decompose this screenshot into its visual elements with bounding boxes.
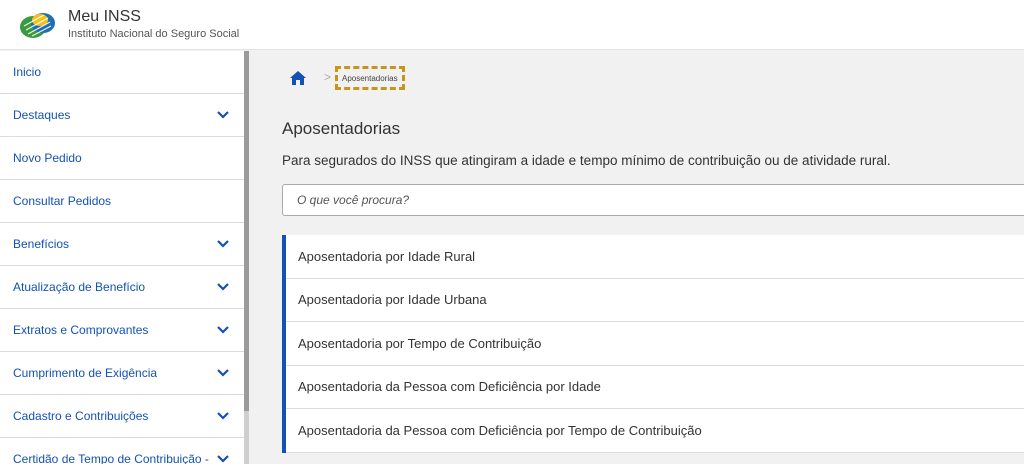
search-input[interactable] bbox=[283, 185, 1024, 215]
sidebar-item-extratos-comprovantes[interactable]: Extratos e Comprovantes bbox=[0, 309, 244, 352]
chevron-down-icon[interactable] bbox=[216, 368, 230, 378]
page-title: Aposentadorias bbox=[282, 119, 401, 138]
app-title: Meu INSS bbox=[68, 8, 141, 25]
chevron-down-icon[interactable] bbox=[216, 110, 230, 120]
sidebar-item-label: Consultar Pedidos bbox=[13, 194, 112, 208]
sidebar-item-destaques[interactable]: Destaques bbox=[0, 94, 244, 137]
search-field[interactable] bbox=[282, 184, 1024, 216]
sidebar-item-beneficios[interactable]: Benefícios bbox=[0, 223, 244, 266]
breadcrumb-current[interactable]: Aposentadorias bbox=[335, 66, 405, 90]
inss-logo-icon[interactable] bbox=[18, 8, 58, 42]
sidebar-item-label: Benefícios bbox=[13, 237, 70, 251]
chevron-down-icon[interactable] bbox=[216, 239, 230, 249]
sidebar-item-label: Novo Pedido bbox=[13, 151, 82, 165]
list-item[interactable]: Aposentadoria da Pessoa com Deficiência … bbox=[286, 409, 1024, 453]
sidebar-item-label: Extratos e Comprovantes bbox=[13, 323, 149, 337]
list-item[interactable]: Aposentadoria por Tempo de Contribuição bbox=[286, 322, 1024, 366]
main-content: > Aposentadorias Aposentadorias Para seg… bbox=[249, 51, 1024, 464]
sidebar-item-novo-pedido[interactable]: Novo Pedido bbox=[0, 137, 244, 180]
sidebar-item-inicio[interactable]: Inicio bbox=[0, 51, 244, 94]
sidebar-menu: Inicio Destaques Novo Pedido Consultar P… bbox=[0, 51, 244, 464]
list-item[interactable]: Aposentadoria da Pessoa com Deficiência … bbox=[286, 366, 1024, 409]
sidebar-item-label: Certidão de Tempo de Contribuição - bbox=[13, 452, 209, 464]
list-item[interactable]: Aposentadoria por Idade Urbana bbox=[286, 279, 1024, 322]
home-icon[interactable] bbox=[290, 71, 306, 85]
sidebar-item-cadastro-contribuicoes[interactable]: Cadastro e Contribuições bbox=[0, 395, 244, 438]
sidebar-item-label: Atualização de Benefício bbox=[13, 280, 146, 294]
sidebar-item-consultar-pedidos[interactable]: Consultar Pedidos bbox=[0, 180, 244, 223]
app-subtitle: Instituto Nacional do Seguro Social bbox=[68, 28, 240, 40]
chevron-down-icon[interactable] bbox=[216, 411, 230, 421]
services-list: Aposentadoria por Idade Rural Aposentado… bbox=[282, 235, 1024, 453]
list-item[interactable]: Aposentadoria por Idade Rural bbox=[286, 235, 1024, 279]
sidebar-item-label: Cumprimento de Exigência bbox=[13, 366, 158, 380]
app-header: Meu INSS Instituto Nacional do Seguro So… bbox=[0, 0, 1024, 50]
sidebar-item-label: Destaques bbox=[13, 108, 71, 122]
breadcrumb-separator: > bbox=[324, 70, 332, 84]
sidebar-item-certidao-tempo-contribuicao[interactable]: Certidão de Tempo de Contribuição - bbox=[0, 438, 244, 464]
chevron-down-icon[interactable] bbox=[216, 454, 230, 464]
page-description: Para segurados do INSS que atingiram a i… bbox=[282, 153, 891, 168]
breadcrumb-current-label: Aposentadorias bbox=[342, 73, 398, 83]
sidebar-item-label: Cadastro e Contribuições bbox=[13, 409, 149, 423]
sidebar-item-atualizacao-beneficio[interactable]: Atualização de Benefício bbox=[0, 266, 244, 309]
chevron-down-icon[interactable] bbox=[216, 282, 230, 292]
sidebar-item-cumprimento-exigencia[interactable]: Cumprimento de Exigência bbox=[0, 352, 244, 395]
chevron-down-icon[interactable] bbox=[216, 325, 230, 335]
sidebar-item-label: Inicio bbox=[13, 65, 42, 79]
